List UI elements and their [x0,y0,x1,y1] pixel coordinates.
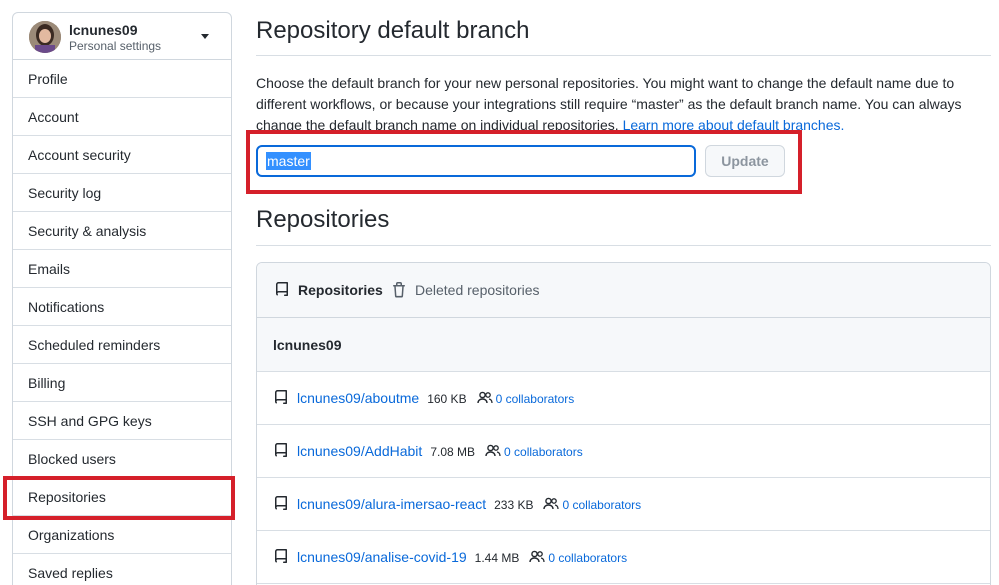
chevron-down-icon[interactable] [201,34,209,39]
collaborators-count: 0 collaborators [495,392,575,406]
user-subtitle: Personal settings [69,39,162,53]
collaborators-link[interactable]: 0 collaborators [529,550,628,565]
repo-link[interactable]: lcnunes09/analise-covid-19 [297,549,467,565]
repo-size: 160 KB [427,392,467,406]
avatar [29,21,61,53]
repo-size: 7.08 MB [430,445,476,459]
repositories-tabs: Repositories Deleted repositories [257,263,990,318]
sidebar-item-profile[interactable]: Profile [13,60,231,98]
repo-icon [275,549,287,563]
sidebar-item-emails[interactable]: Emails [13,250,231,288]
default-branch-input[interactable]: master [256,145,696,177]
user-profile-switcher[interactable]: lcnunes09 Personal settings [13,13,231,60]
repo-size: 233 KB [494,498,534,512]
collaborators-link[interactable]: 0 collaborators [543,497,642,512]
people-icon [529,550,546,563]
table-row: lcnunes09/aboutme 160 KB 0 collaborators [257,372,990,425]
people-icon [543,497,560,510]
sidebar-item-account-security[interactable]: Account security [13,136,231,174]
collaborators-link[interactable]: 0 collaborators [485,444,583,459]
repositories-heading: Repositories [256,204,991,246]
repo-icon [275,443,287,457]
update-button[interactable]: Update [705,145,785,177]
people-icon [476,391,493,404]
sidebar-item-saved-replies[interactable]: Saved replies [13,554,231,585]
default-branch-description-text: Choose the default branch for your new p… [256,75,962,133]
default-branch-input-value: master [266,152,311,170]
sidebar-item-scheduled-reminders[interactable]: Scheduled reminders [13,326,231,364]
tab-deleted-repositories[interactable]: Deleted repositories [391,263,540,318]
sidebar-item-security-log[interactable]: Security log [13,174,231,212]
default-branch-heading: Repository default branch [256,16,991,56]
tab-repositories[interactable]: Repositories [274,263,383,318]
sidebar-item-organizations[interactable]: Organizations [13,516,231,554]
sidebar-item-security-analysis[interactable]: Security & analysis [13,212,231,250]
settings-sidebar: lcnunes09 Personal settings Profile Acco… [12,12,232,585]
sidebar-item-repositories[interactable]: Repositories [13,478,231,516]
repo-link[interactable]: lcnunes09/aboutme [297,390,419,406]
people-icon [485,444,501,457]
table-row: lcnunes09/AddHabit 7.08 MB 0 collaborators [257,425,990,478]
collaborators-count: 0 collaborators [562,498,642,512]
trash-icon [393,282,405,298]
default-branch-description: Choose the default branch for your new p… [256,73,986,136]
sidebar-item-ssh-gpg-keys[interactable]: SSH and GPG keys [13,402,231,440]
repo-size: 1.44 MB [474,551,520,565]
collaborators-count: 0 collaborators [548,551,628,565]
table-row: lcnunes09/alura-imersao-react 233 KB 0 col… [257,478,990,531]
tab-deleted-label: Deleted repositories [415,282,540,298]
sidebar-item-billing[interactable]: Billing [13,364,231,402]
sidebar-item-notifications[interactable]: Notifications [13,288,231,326]
repo-link[interactable]: lcnunes09/alura-imersao-react [297,496,486,512]
tab-repositories-label: Repositories [298,282,383,298]
table-row: lcnunes09/analise-covid-19 1.44 MB 0 colla… [257,531,990,584]
collaborators-link[interactable]: 0 collaborators [476,391,575,406]
repo-icon [276,282,288,296]
collaborators-count: 0 collaborators [504,445,583,459]
learn-more-link[interactable]: Learn more about default branches. [623,117,845,133]
user-name: lcnunes09 [69,22,138,38]
owner-row: lcnunes09 [257,318,990,372]
sidebar-item-blocked-users[interactable]: Blocked users [13,440,231,478]
sidebar-item-account[interactable]: Account [13,98,231,136]
repo-icon [275,496,287,510]
repositories-box: Repositories Deleted repositories lcnune… [256,262,991,585]
repo-icon [275,390,287,404]
repo-link[interactable]: lcnunes09/AddHabit [297,443,422,459]
